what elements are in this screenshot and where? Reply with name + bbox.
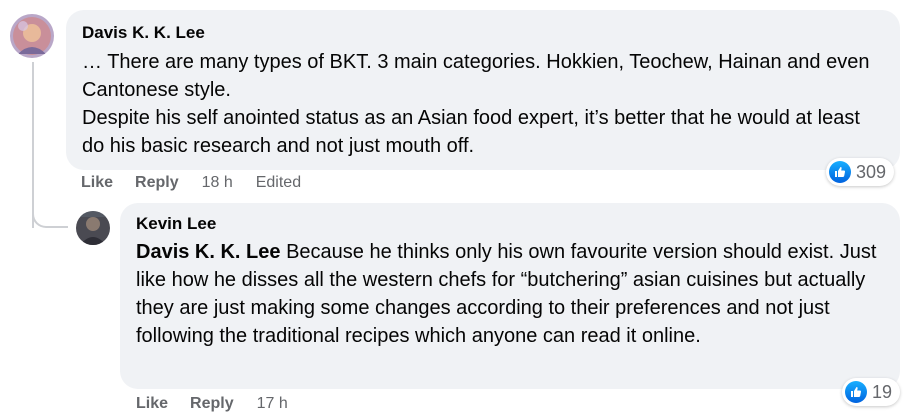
avatar[interactable] — [10, 14, 54, 58]
reply-button[interactable]: Reply — [135, 174, 179, 192]
comment-text: Davis K. K. Lee Because he thinks only h… — [136, 238, 884, 350]
comment-bubble: Davis K. K. Lee … There are many types o… — [66, 10, 900, 170]
comment-author[interactable]: Kevin Lee — [136, 213, 884, 235]
comment-author[interactable]: Davis K. K. Lee — [82, 22, 884, 44]
comment-actions: Like Reply 17 h — [136, 395, 288, 413]
comment-actions: Like Reply 18 h Edited — [81, 174, 301, 192]
like-button[interactable]: Like — [81, 174, 113, 192]
timestamp[interactable]: 17 h — [257, 395, 288, 413]
reaction-count: 19 — [872, 381, 893, 402]
avatar[interactable] — [76, 211, 110, 245]
reply-button[interactable]: Reply — [190, 395, 234, 413]
like-icon — [845, 381, 867, 403]
comment-text: … There are many types of BKT. 3 main ca… — [82, 48, 884, 160]
comment-paragraph: … There are many types of BKT. 3 main ca… — [82, 51, 870, 101]
reply-bubble: Kevin Lee Davis K. K. Lee Because he thi… — [120, 203, 900, 389]
reaction-summary[interactable]: 19 — [842, 378, 901, 406]
like-button[interactable]: Like — [136, 395, 168, 413]
avatar-image — [76, 211, 110, 245]
reaction-count: 309 — [856, 161, 887, 182]
mention-link[interactable]: Davis K. K. Lee — [136, 241, 281, 263]
timestamp[interactable]: 18 h — [202, 174, 233, 192]
reply-connector — [32, 200, 68, 228]
edited-label[interactable]: Edited — [256, 174, 301, 192]
avatar-image — [10, 14, 54, 58]
reaction-summary[interactable]: 309 — [826, 158, 895, 186]
comment-paragraph: Despite his self anointed status as an A… — [82, 107, 860, 157]
like-icon — [829, 161, 851, 183]
